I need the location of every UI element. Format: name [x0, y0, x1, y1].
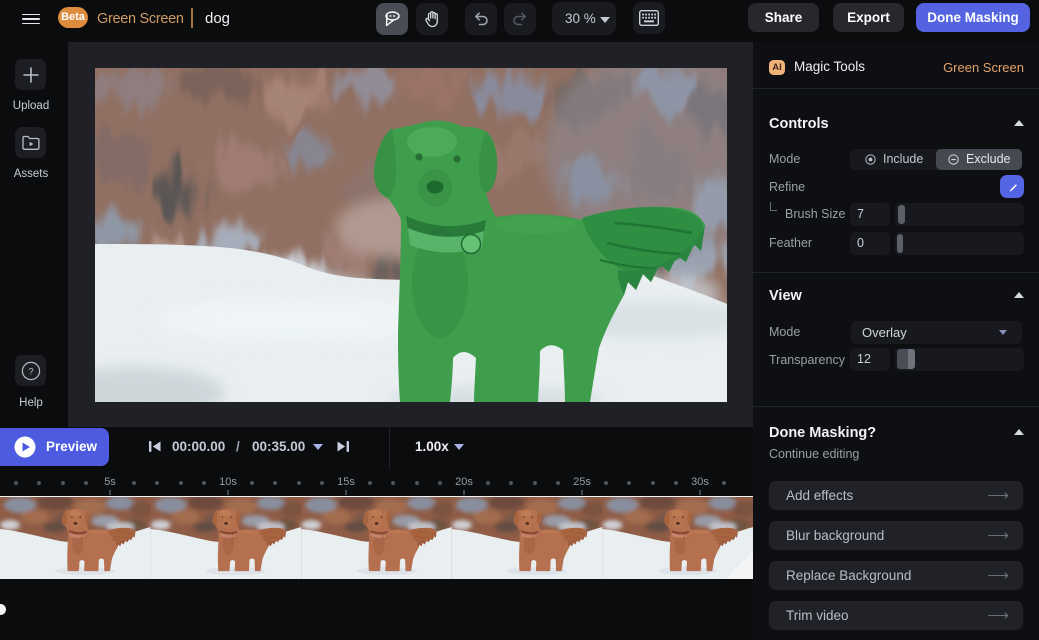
svg-text:?: ? [28, 366, 33, 377]
